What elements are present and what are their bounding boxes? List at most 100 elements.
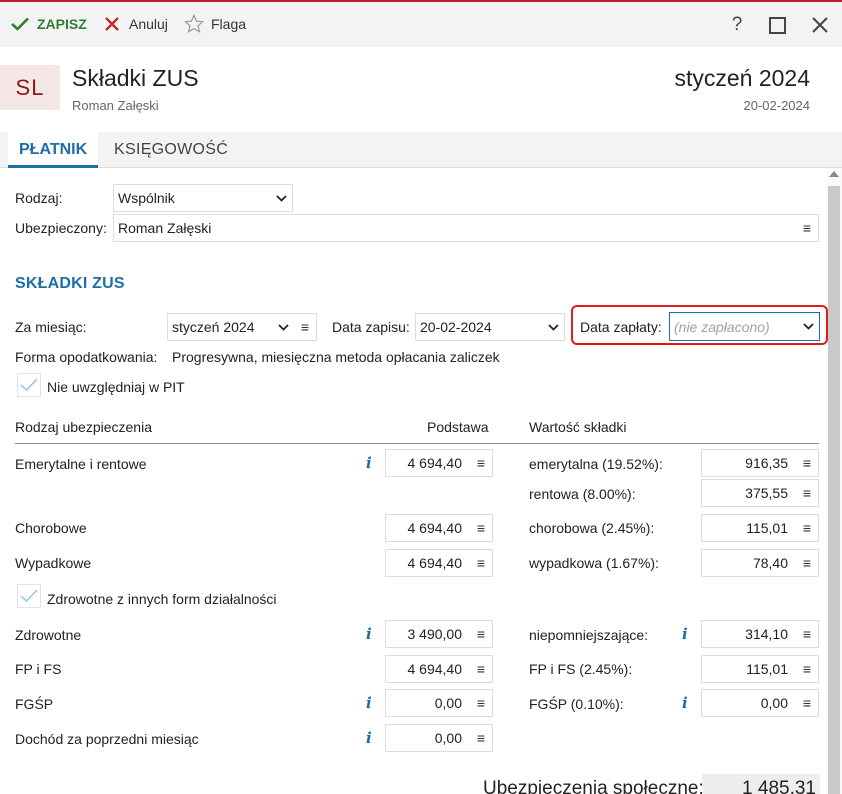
flag-button[interactable]: Flaga: [184, 14, 246, 34]
fgsp-label: FGŚP: [15, 696, 54, 712]
chevron-down-icon[interactable]: [797, 323, 819, 330]
cancel-button[interactable]: Anuluj: [102, 14, 168, 34]
menu-icon[interactable]: ≡: [470, 730, 492, 746]
sickness-sub-field[interactable]: 115,01 ≡: [701, 514, 819, 542]
accident-base-value: 4 694,40: [407, 555, 463, 571]
person-name: Roman Załęski: [72, 98, 159, 113]
column-header-value: Wartość składki: [529, 419, 627, 435]
menu-icon[interactable]: ≡: [796, 220, 818, 236]
fgsp-sub-field[interactable]: 0,00 ≡: [701, 689, 819, 717]
health-sub-field[interactable]: 314,10 ≡: [701, 620, 819, 648]
info-icon[interactable]: i: [682, 694, 692, 712]
fgsp-sub-label: FGŚP (0.10%):: [529, 696, 624, 712]
section-title: SKŁADKI ZUS: [15, 275, 125, 292]
pension-sub2-value: 375,55: [745, 485, 788, 501]
menu-icon[interactable]: ≡: [294, 319, 316, 335]
tab-platnik[interactable]: PŁATNIK: [8, 132, 99, 168]
column-header-type: Rodzaj ubezpieczenia: [15, 419, 152, 435]
menu-icon[interactable]: ≡: [470, 555, 492, 571]
check-icon: [20, 378, 38, 392]
accident-sub-label: wypadkowa (1.67%):: [529, 555, 659, 571]
sickness-sub-label: chorobowa (2.45%):: [529, 520, 655, 536]
health-label: Zdrowotne: [15, 627, 82, 643]
page-title: Składki ZUS: [72, 65, 199, 91]
fpfs-label: FP i FS: [15, 661, 62, 677]
accident-sub-field[interactable]: 78,40 ≡: [701, 549, 819, 577]
sickness-label: Chorobowe: [15, 520, 87, 536]
entry-date-value: 20-02-2024: [420, 319, 492, 335]
prev-income-value: 0,00: [434, 730, 462, 746]
toolbar: ZAPISZ Anuluj Flaga ?: [0, 0, 842, 47]
check-icon: [20, 589, 38, 603]
pension-sub1-value: 916,35: [745, 455, 788, 471]
menu-icon[interactable]: ≡: [470, 695, 492, 711]
vertical-scrollbar[interactable]: [826, 168, 842, 794]
sickness-sub-value: 115,01: [746, 520, 788, 536]
menu-icon[interactable]: ≡: [470, 661, 492, 677]
cancel-label: Anuluj: [129, 16, 168, 32]
insured-label: Ubezpieczony:: [15, 220, 107, 236]
avatar: SL: [0, 65, 60, 110]
save-button[interactable]: ZAPISZ: [10, 14, 87, 34]
help-icon: ?: [731, 14, 743, 35]
menu-icon[interactable]: ≡: [796, 555, 818, 571]
summary-label: Ubezpieczenia społeczne:: [483, 778, 704, 794]
scroll-thumb[interactable]: [828, 186, 840, 794]
menu-icon[interactable]: ≡: [796, 485, 818, 501]
fpfs-sub-field[interactable]: 115,01 ≡: [701, 655, 819, 683]
fpfs-base-field[interactable]: 4 694,40 ≡: [385, 655, 493, 683]
chevron-down-icon[interactable]: [542, 323, 564, 331]
chevron-down-icon[interactable]: [270, 194, 292, 202]
fpfs-sub-value: 115,01: [746, 661, 788, 677]
summary-value: 1 485,31: [702, 774, 820, 794]
column-header-base: Podstawa: [427, 419, 489, 435]
exclude-pit-checkbox[interactable]: [17, 373, 41, 397]
menu-icon[interactable]: ≡: [796, 455, 818, 471]
star-icon: [184, 14, 204, 34]
insured-value: Roman Załęski: [118, 220, 212, 236]
payment-date-picker[interactable]: (nie zapłacono): [669, 312, 820, 341]
month-select[interactable]: styczeń 2024 ≡: [167, 313, 317, 341]
close-window-button[interactable]: [808, 13, 832, 37]
info-icon[interactable]: i: [366, 694, 376, 712]
menu-icon[interactable]: ≡: [796, 520, 818, 536]
save-label: ZAPISZ: [37, 16, 87, 32]
pension-sub1-field[interactable]: 916,35 ≡: [701, 449, 819, 477]
health-base-field[interactable]: 3 490,00 ≡: [385, 620, 493, 648]
pension-sub1-label: emerytalna (19.52%):: [529, 456, 663, 472]
fpfs-sub-label: FP i FS (2.45%):: [529, 661, 633, 677]
health-other-checkbox[interactable]: [17, 584, 41, 608]
info-icon[interactable]: i: [366, 729, 376, 747]
menu-icon[interactable]: ≡: [470, 520, 492, 536]
prev-income-field[interactable]: 0,00 ≡: [385, 724, 493, 752]
info-icon[interactable]: i: [682, 625, 692, 643]
menu-icon[interactable]: ≡: [796, 626, 818, 642]
menu-icon[interactable]: ≡: [796, 695, 818, 711]
menu-icon[interactable]: ≡: [470, 455, 492, 471]
tab-ksiegowosc[interactable]: KSIĘGOWOŚĆ: [108, 132, 234, 168]
flag-label: Flaga: [211, 16, 247, 32]
info-icon[interactable]: i: [366, 454, 376, 472]
chevron-down-icon[interactable]: [272, 323, 294, 331]
health-other-label: Zdrowotne z innych form działalności: [47, 591, 277, 607]
fpfs-base-value: 4 694,40: [407, 661, 463, 677]
type-value: Wspólnik: [118, 190, 175, 206]
maximize-button[interactable]: [765, 13, 789, 37]
scroll-up-icon[interactable]: [829, 171, 839, 177]
help-button[interactable]: ?: [725, 13, 749, 37]
period-month: styczeń 2024: [674, 65, 810, 91]
menu-icon[interactable]: ≡: [796, 661, 818, 677]
type-select[interactable]: Wspólnik: [113, 184, 293, 212]
header-divider: [15, 443, 819, 444]
menu-icon[interactable]: ≡: [470, 626, 492, 642]
taxation-label: Forma opodatkowania:: [15, 349, 158, 365]
fgsp-base-field[interactable]: 0,00 ≡: [385, 689, 493, 717]
insured-field[interactable]: Roman Załęski ≡: [113, 214, 819, 242]
accident-base-field[interactable]: 4 694,40 ≡: [385, 549, 493, 577]
info-icon[interactable]: i: [366, 625, 376, 643]
sickness-base-field[interactable]: 4 694,40 ≡: [385, 514, 493, 542]
month-value: styczeń 2024: [172, 319, 255, 335]
entry-date-picker[interactable]: 20-02-2024: [415, 313, 565, 341]
pension-base-field[interactable]: 4 694,40 ≡: [385, 449, 493, 477]
pension-sub2-field[interactable]: 375,55 ≡: [701, 479, 819, 507]
